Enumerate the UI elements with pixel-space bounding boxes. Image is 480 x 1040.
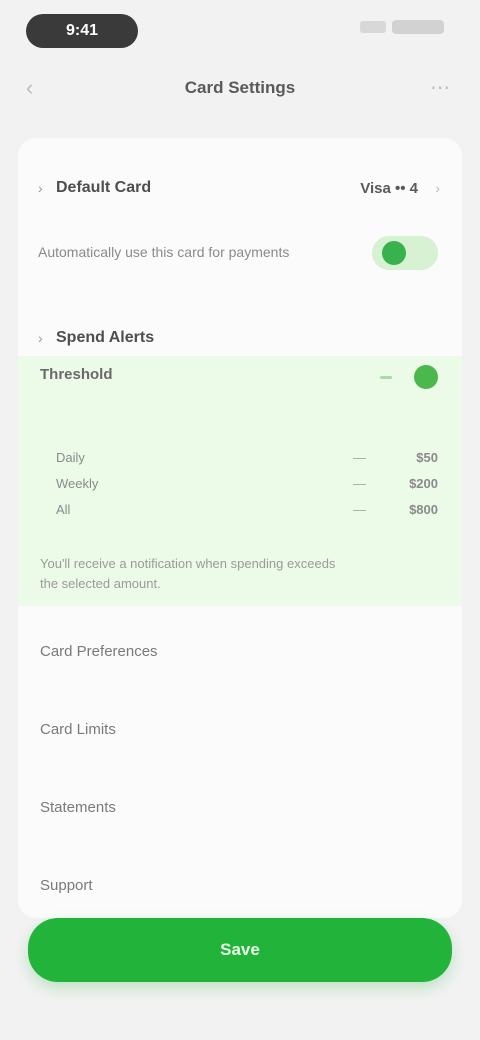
- list-item-label: Card Limits: [40, 720, 116, 738]
- alerts-note: You'll receive a notification when spend…: [40, 556, 336, 591]
- list-item[interactable]: Support: [40, 866, 440, 904]
- status-icons: [360, 20, 444, 34]
- default-card-title: Default Card: [56, 179, 152, 196]
- page-title: Card Settings: [184, 78, 296, 97]
- alert-row[interactable]: All — $800: [56, 496, 438, 522]
- list-item-label: Support: [40, 876, 93, 894]
- back-button[interactable]: ‹: [26, 76, 54, 100]
- list-item[interactable]: Card Preferences: [40, 632, 440, 670]
- save-button[interactable]: Save: [28, 918, 452, 982]
- battery-icon: [392, 20, 444, 34]
- spend-alerts-title: Spend Alerts: [56, 329, 155, 346]
- status-bar: 9:41: [0, 12, 480, 48]
- toggle-knob: [382, 241, 406, 265]
- alert-key: All: [56, 501, 71, 517]
- alert-value: $50: [416, 449, 438, 465]
- navigation-bar: ‹ Card Settings ⋯: [0, 66, 480, 110]
- auto-pay-toggle[interactable]: [372, 236, 438, 270]
- check-dot-icon: [414, 365, 438, 389]
- signal-icon: [360, 21, 386, 33]
- alert-dash: —: [353, 475, 366, 491]
- auto-pay-label: Automatically use this card for payments: [38, 244, 290, 260]
- alert-value: $200: [409, 475, 438, 491]
- more-button[interactable]: ⋯: [426, 76, 454, 100]
- dash-icon: [380, 376, 392, 379]
- chevron-right-icon: ›: [38, 330, 43, 346]
- alert-key: Weekly: [56, 475, 99, 491]
- list-item-label: Statements: [40, 798, 116, 816]
- alert-row[interactable]: Daily — $50: [56, 444, 438, 470]
- list-item[interactable]: Card Limits: [40, 710, 440, 748]
- list-item[interactable]: Statements: [40, 788, 440, 826]
- list-item-label: Card Preferences: [40, 642, 158, 660]
- alert-dash: —: [353, 449, 366, 465]
- alerts-list: Daily — $50 Weekly — $200 All — $800: [56, 444, 438, 522]
- status-time: 9:41: [26, 14, 138, 48]
- alert-dash: —: [353, 501, 366, 517]
- alert-row[interactable]: Weekly — $200: [56, 470, 438, 496]
- alerts-check[interactable]: [376, 364, 438, 390]
- alerts-panel: Threshold Daily — $50 Weekly — $200 All: [18, 356, 462, 606]
- default-card-row[interactable]: › Default Card Visa •• 4 ›: [38, 168, 442, 208]
- settings-card: › Default Card Visa •• 4 › Automatically…: [18, 138, 462, 918]
- default-card-value: Visa •• 4: [360, 179, 418, 197]
- screen: 9:41 ‹ Card Settings ⋯ › Default Card Vi…: [0, 0, 480, 1040]
- alerts-title: Threshold: [40, 366, 113, 383]
- alert-value: $800: [409, 501, 438, 517]
- auto-pay-row: Automatically use this card for payments: [38, 232, 442, 272]
- chevron-right-icon: ›: [38, 180, 43, 196]
- spend-alerts-row[interactable]: › Spend Alerts: [38, 318, 442, 358]
- chevron-right-icon: ›: [435, 180, 440, 196]
- alert-key: Daily: [56, 449, 85, 465]
